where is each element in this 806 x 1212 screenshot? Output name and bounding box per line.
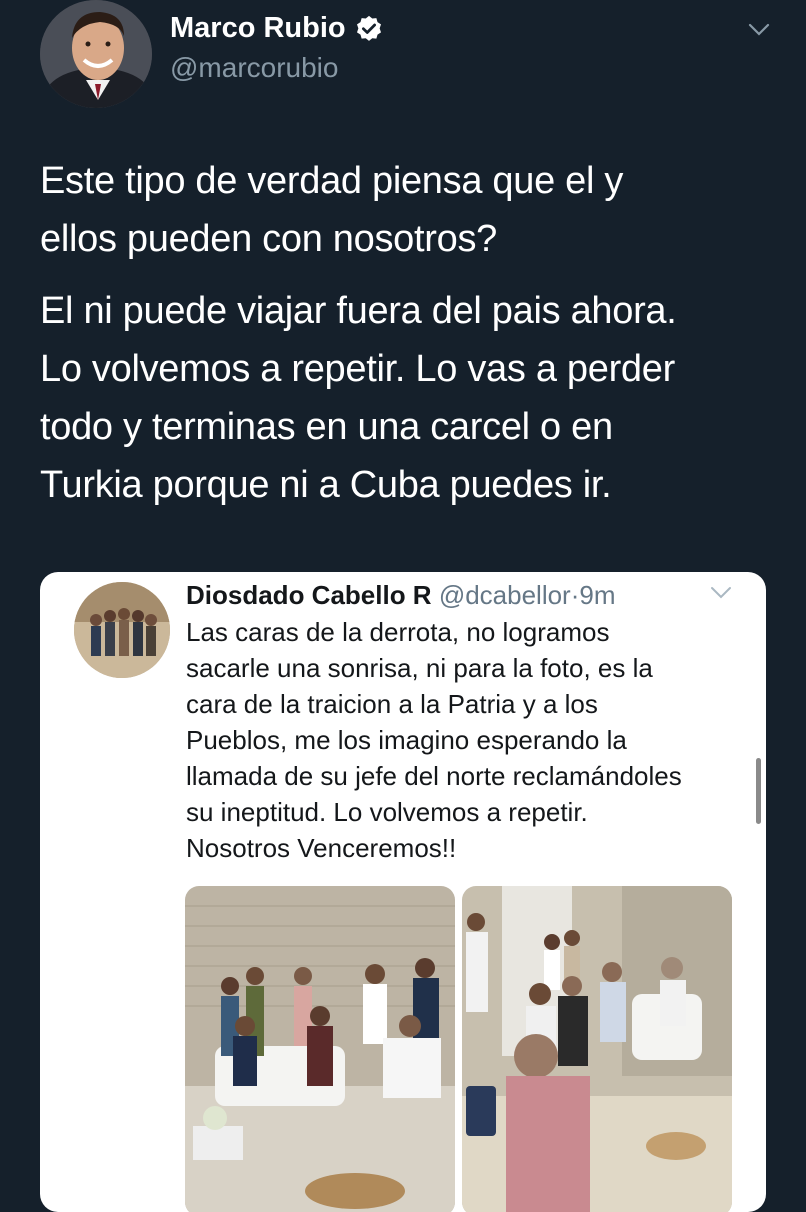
quoted-author-name[interactable]: Diosdado Cabello R: [186, 580, 432, 610]
scrollbar[interactable]: [756, 758, 761, 824]
author-handle[interactable]: @marcorubio: [170, 52, 338, 84]
tweet-paragraph: El ni puede viajar fuera del pais ahora.…: [40, 290, 677, 506]
author-name[interactable]: Marco Rubio: [170, 12, 346, 45]
quoted-author-avatar[interactable]: [74, 582, 170, 678]
tweet-text: Este tipo de verdad piensa que el y ello…: [40, 152, 780, 528]
author-avatar[interactable]: [40, 0, 152, 108]
chevron-down-icon[interactable]: [748, 22, 770, 38]
verified-badge-icon: [356, 15, 381, 41]
quoted-tweet-card[interactable]: Diosdado Cabello R @dcabellor·9m Las car…: [40, 572, 766, 1212]
meeting-photo-left[interactable]: [185, 886, 455, 1212]
tweet-paragraph: Este tipo de verdad piensa que el y ello…: [40, 160, 624, 260]
author-name-row: Marco Rubio: [170, 12, 384, 45]
quoted-tweet-text: Las caras de la derrota, no logramos sac…: [186, 617, 682, 863]
quoted-author-handle[interactable]: @dcabellor: [439, 580, 571, 610]
quoted-timestamp[interactable]: 9m: [579, 580, 615, 610]
meeting-photo-right[interactable]: [462, 886, 732, 1212]
quoted-header: Diosdado Cabello R @dcabellor·9m: [186, 580, 616, 610]
chevron-down-icon[interactable]: [710, 586, 732, 600]
